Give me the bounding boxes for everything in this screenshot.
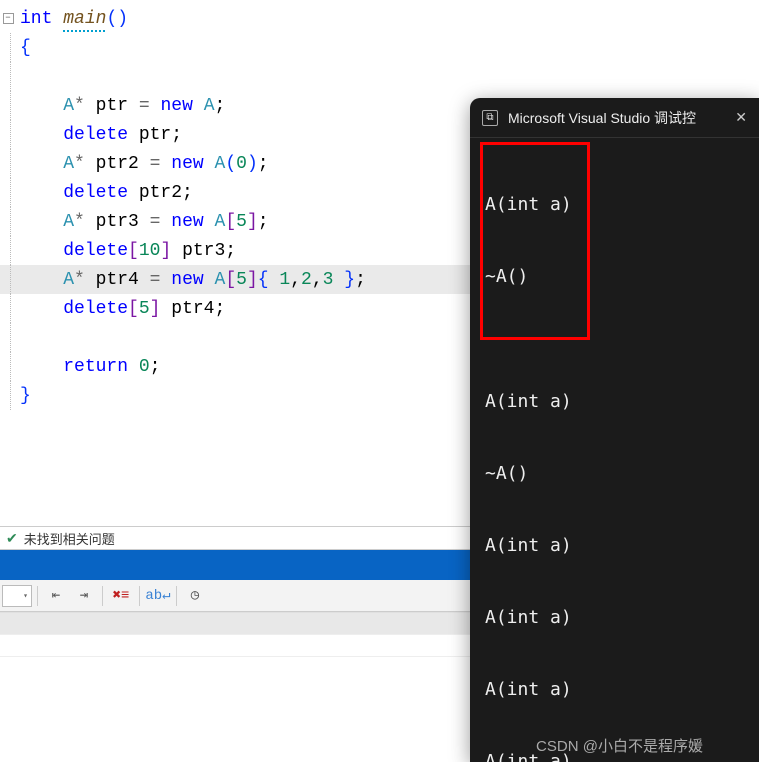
vs-console-icon: ⧉ [482, 110, 498, 126]
code-line[interactable] [0, 323, 480, 352]
console-line: A(int a) [485, 678, 744, 702]
code-line[interactable]: A* ptr = new A; [0, 91, 480, 120]
text-wrap-icon: ab↵ [145, 587, 170, 604]
code-line[interactable]: delete[10] ptr3; [0, 236, 480, 265]
code-editor[interactable]: − int main() { A* ptr = new A; delete pt… [0, 0, 480, 520]
code-line[interactable]: delete ptr2; [0, 178, 480, 207]
code-line[interactable]: { [0, 33, 480, 62]
code-line[interactable]: A* ptr2 = new A(0); [0, 149, 480, 178]
collapse-icon[interactable]: − [3, 13, 14, 24]
clear-icon: ✖≡ [113, 587, 130, 604]
code-line[interactable]: A* ptr3 = new A[5]; [0, 207, 480, 236]
goto-prev-button[interactable]: ⇤ [43, 583, 69, 609]
console-line: A(int a) [485, 390, 744, 414]
left-arrow-icon: ⇤ [52, 587, 60, 604]
chevron-down-icon: ▾ [23, 591, 28, 601]
status-text: 未找到相关问题 [24, 529, 115, 548]
goto-next-button[interactable]: ⇥ [71, 583, 97, 609]
code-line[interactable]: delete ptr; [0, 120, 480, 149]
highlighted-output: A(int a) ~A() [480, 142, 590, 340]
status-ok-icon: ✔ [6, 530, 18, 547]
console-line: A(int a) [485, 193, 585, 217]
code-line[interactable]: } [0, 381, 480, 410]
filter-dropdown[interactable]: ▾ [2, 585, 32, 607]
console-line: A(int a) [485, 606, 744, 630]
console-line: A(int a) [485, 534, 744, 558]
code-line[interactable]: delete[5] ptr4; [0, 294, 480, 323]
code-line[interactable]: return 0; [0, 352, 480, 381]
wrap-button[interactable]: ab↵ [145, 583, 171, 609]
debug-console-window: ⧉ Microsoft Visual Studio 调试控 ✕ A(int a)… [470, 98, 759, 762]
console-title-text: Microsoft Visual Studio 调试控 [508, 108, 696, 128]
output-grid[interactable] [0, 612, 480, 762]
timestamp-button[interactable]: ◷ [182, 583, 208, 609]
output-toolbar: ▾ ⇤ ⇥ ✖≡ ab↵ ◷ [0, 580, 480, 612]
console-line: ~A() [485, 462, 744, 486]
code-line[interactable]: − int main() [0, 4, 480, 33]
panel-header [0, 550, 480, 580]
right-arrow-icon: ⇥ [80, 587, 88, 604]
grid-row[interactable] [0, 635, 480, 657]
code-line-active[interactable]: A* ptr4 = new A[5]{ 1,2,3 }; [0, 265, 480, 294]
console-line: ~A() [485, 265, 585, 289]
clock-icon: ◷ [191, 587, 199, 604]
console-titlebar[interactable]: ⧉ Microsoft Visual Studio 调试控 ✕ [470, 98, 759, 138]
error-list-status: ✔ 未找到相关问题 [0, 526, 480, 550]
code-line[interactable] [0, 62, 480, 91]
clear-button[interactable]: ✖≡ [108, 583, 134, 609]
close-icon[interactable]: ✕ [735, 109, 747, 126]
watermark-text: CSDN @小白不是程序媛 [480, 735, 759, 756]
console-output[interactable]: A(int a) ~A() A(int a) ~A() A(int a) A(i… [470, 138, 759, 762]
grid-header [0, 613, 480, 635]
